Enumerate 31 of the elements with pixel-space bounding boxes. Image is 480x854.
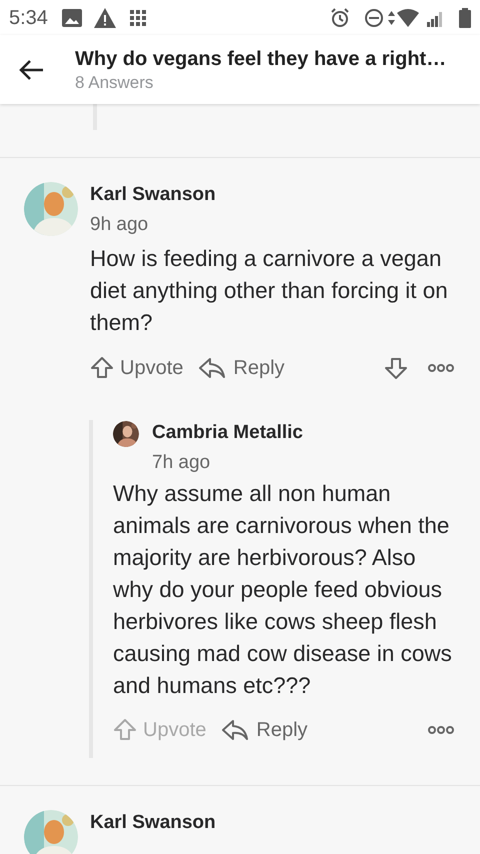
answer-count: 8 Answers [75, 72, 154, 94]
reply-arrow-icon [199, 357, 226, 379]
downvote-icon [384, 356, 408, 380]
more-button[interactable] [428, 725, 454, 735]
more-icon [428, 725, 454, 735]
upvote-icon [90, 356, 114, 380]
reply-arrow-icon [222, 719, 248, 741]
more-icon [428, 363, 454, 373]
grid-icon [130, 10, 146, 26]
more-button[interactable] [428, 363, 454, 373]
comment-text: Why assume all non human animals are carnivorous when the majority are herbivorous? Also why do your people feed obvious herbivores like cows sheep flesh causing mad cow disease in cows and humans etc??? [113, 480, 453, 700]
author-name[interactable]: Cambria Metallic [152, 421, 303, 445]
comment-text: How is feeding a carnivore a vegan diet anything other than forcing it on them? [90, 245, 449, 337]
alarm-icon [330, 8, 350, 28]
data-arrows-icon [388, 10, 395, 24]
post-time: 7h ago [152, 451, 212, 475]
post-time: 9h ago [90, 213, 150, 237]
reply-button[interactable]: Reply [222, 715, 308, 745]
reply-button[interactable]: Reply [199, 353, 285, 383]
author-name[interactable]: Karl Swanson [90, 183, 480, 207]
upvote-button[interactable]: Upvote [90, 353, 184, 383]
status-time: 5:34 [9, 6, 48, 30]
upvote-icon [113, 718, 137, 742]
wifi-icon [397, 8, 419, 26]
author-name[interactable]: Karl Swanson [90, 811, 480, 835]
warning-icon [94, 8, 116, 28]
question-title: Why do vegans feel they have a right… [75, 46, 446, 72]
downvote-button[interactable] [384, 356, 408, 380]
battery-icon [459, 8, 471, 28]
do-not-disturb-icon [364, 8, 384, 28]
image-icon [62, 8, 82, 26]
